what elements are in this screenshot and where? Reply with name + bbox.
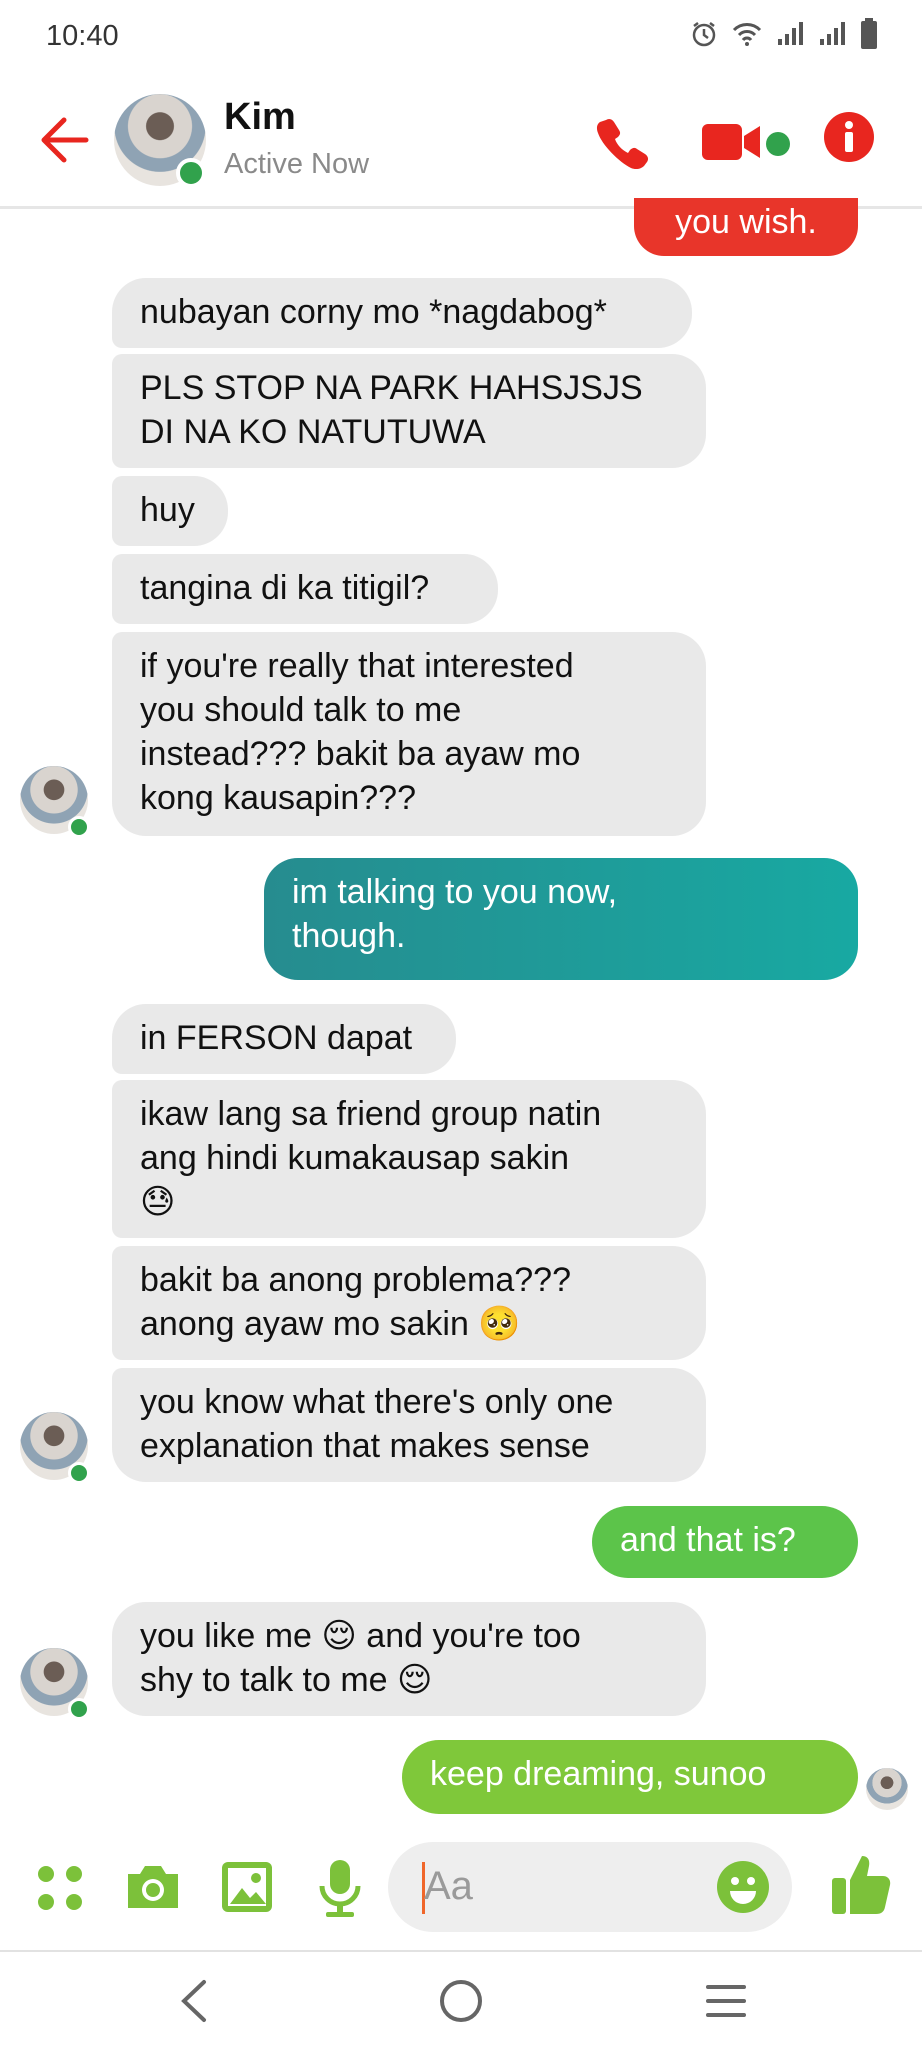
message-received[interactable]: you know what there's only one explanati… — [112, 1368, 706, 1482]
apps-grid-icon[interactable] — [36, 1864, 84, 1912]
message-input-placeholder: Aa — [424, 1864, 473, 1908]
message-received[interactable]: PLS STOP NA PARK HAHSJSJS DI NA KO NATUT… — [112, 354, 706, 468]
message-received[interactable]: you like me 😌 and you're too shy to talk… — [112, 1602, 706, 1716]
nav-back-icon[interactable] — [176, 1978, 210, 2024]
system-nav-bar — [0, 1950, 922, 2050]
contact-status: Active Now — [224, 148, 370, 180]
message-received[interactable]: huy — [112, 476, 228, 546]
battery-icon — [861, 18, 877, 49]
signal-icon-2 — [820, 22, 845, 45]
microphone-icon[interactable] — [318, 1858, 362, 1918]
online-indicator — [68, 1462, 90, 1484]
thumbs-up-icon[interactable] — [830, 1852, 892, 1916]
contact-name[interactable]: Kim — [224, 96, 296, 139]
camera-icon[interactable] — [124, 1862, 182, 1912]
wifi-icon — [732, 23, 762, 46]
nav-home-icon[interactable] — [438, 1978, 484, 2024]
message-input[interactable]: Aa — [388, 1842, 792, 1932]
nav-recents-icon[interactable] — [704, 1982, 748, 2020]
status-time: 10:40 — [46, 20, 119, 52]
message-received[interactable]: ikaw lang sa friend group natin ang hind… — [112, 1080, 706, 1238]
online-indicator — [176, 158, 206, 188]
message-sent[interactable]: and that is? — [592, 1506, 858, 1578]
message-received[interactable]: if you're really that interested you sho… — [112, 632, 706, 836]
info-glyph — [845, 121, 853, 152]
online-indicator — [68, 816, 90, 838]
online-indicator — [68, 1698, 90, 1720]
message-received[interactable]: in FERSON dapat — [112, 1004, 456, 1074]
video-active-dot — [766, 132, 790, 156]
message-sent[interactable]: keep dreaming, sunoo — [402, 1740, 858, 1814]
video-camera-icon[interactable] — [700, 118, 762, 166]
phone-icon[interactable] — [594, 114, 650, 170]
status-bar: 10:40 — [0, 0, 922, 72]
message-received[interactable]: tangina di ka titigil? — [112, 554, 498, 624]
message-received[interactable]: bakit ba anong problema??? anong ayaw mo… — [112, 1246, 706, 1360]
message-sent[interactable]: you wish. — [634, 198, 858, 256]
back-arrow-icon[interactable] — [36, 110, 92, 170]
message-composer: Aa — [0, 1822, 922, 1948]
message-received[interactable]: nubayan corny mo *nagdabog* — [112, 278, 692, 348]
chat-header: Kim Active Now — [0, 80, 922, 209]
message-sent[interactable]: im talking to you now, though. — [264, 858, 858, 980]
signal-icon — [778, 22, 803, 45]
image-icon[interactable] — [220, 1860, 274, 1914]
alarm-icon — [692, 22, 716, 47]
info-icon[interactable] — [824, 112, 874, 162]
smiley-icon[interactable] — [716, 1860, 770, 1914]
seen-receipt-avatar — [866, 1768, 908, 1810]
status-icons — [690, 18, 878, 50]
